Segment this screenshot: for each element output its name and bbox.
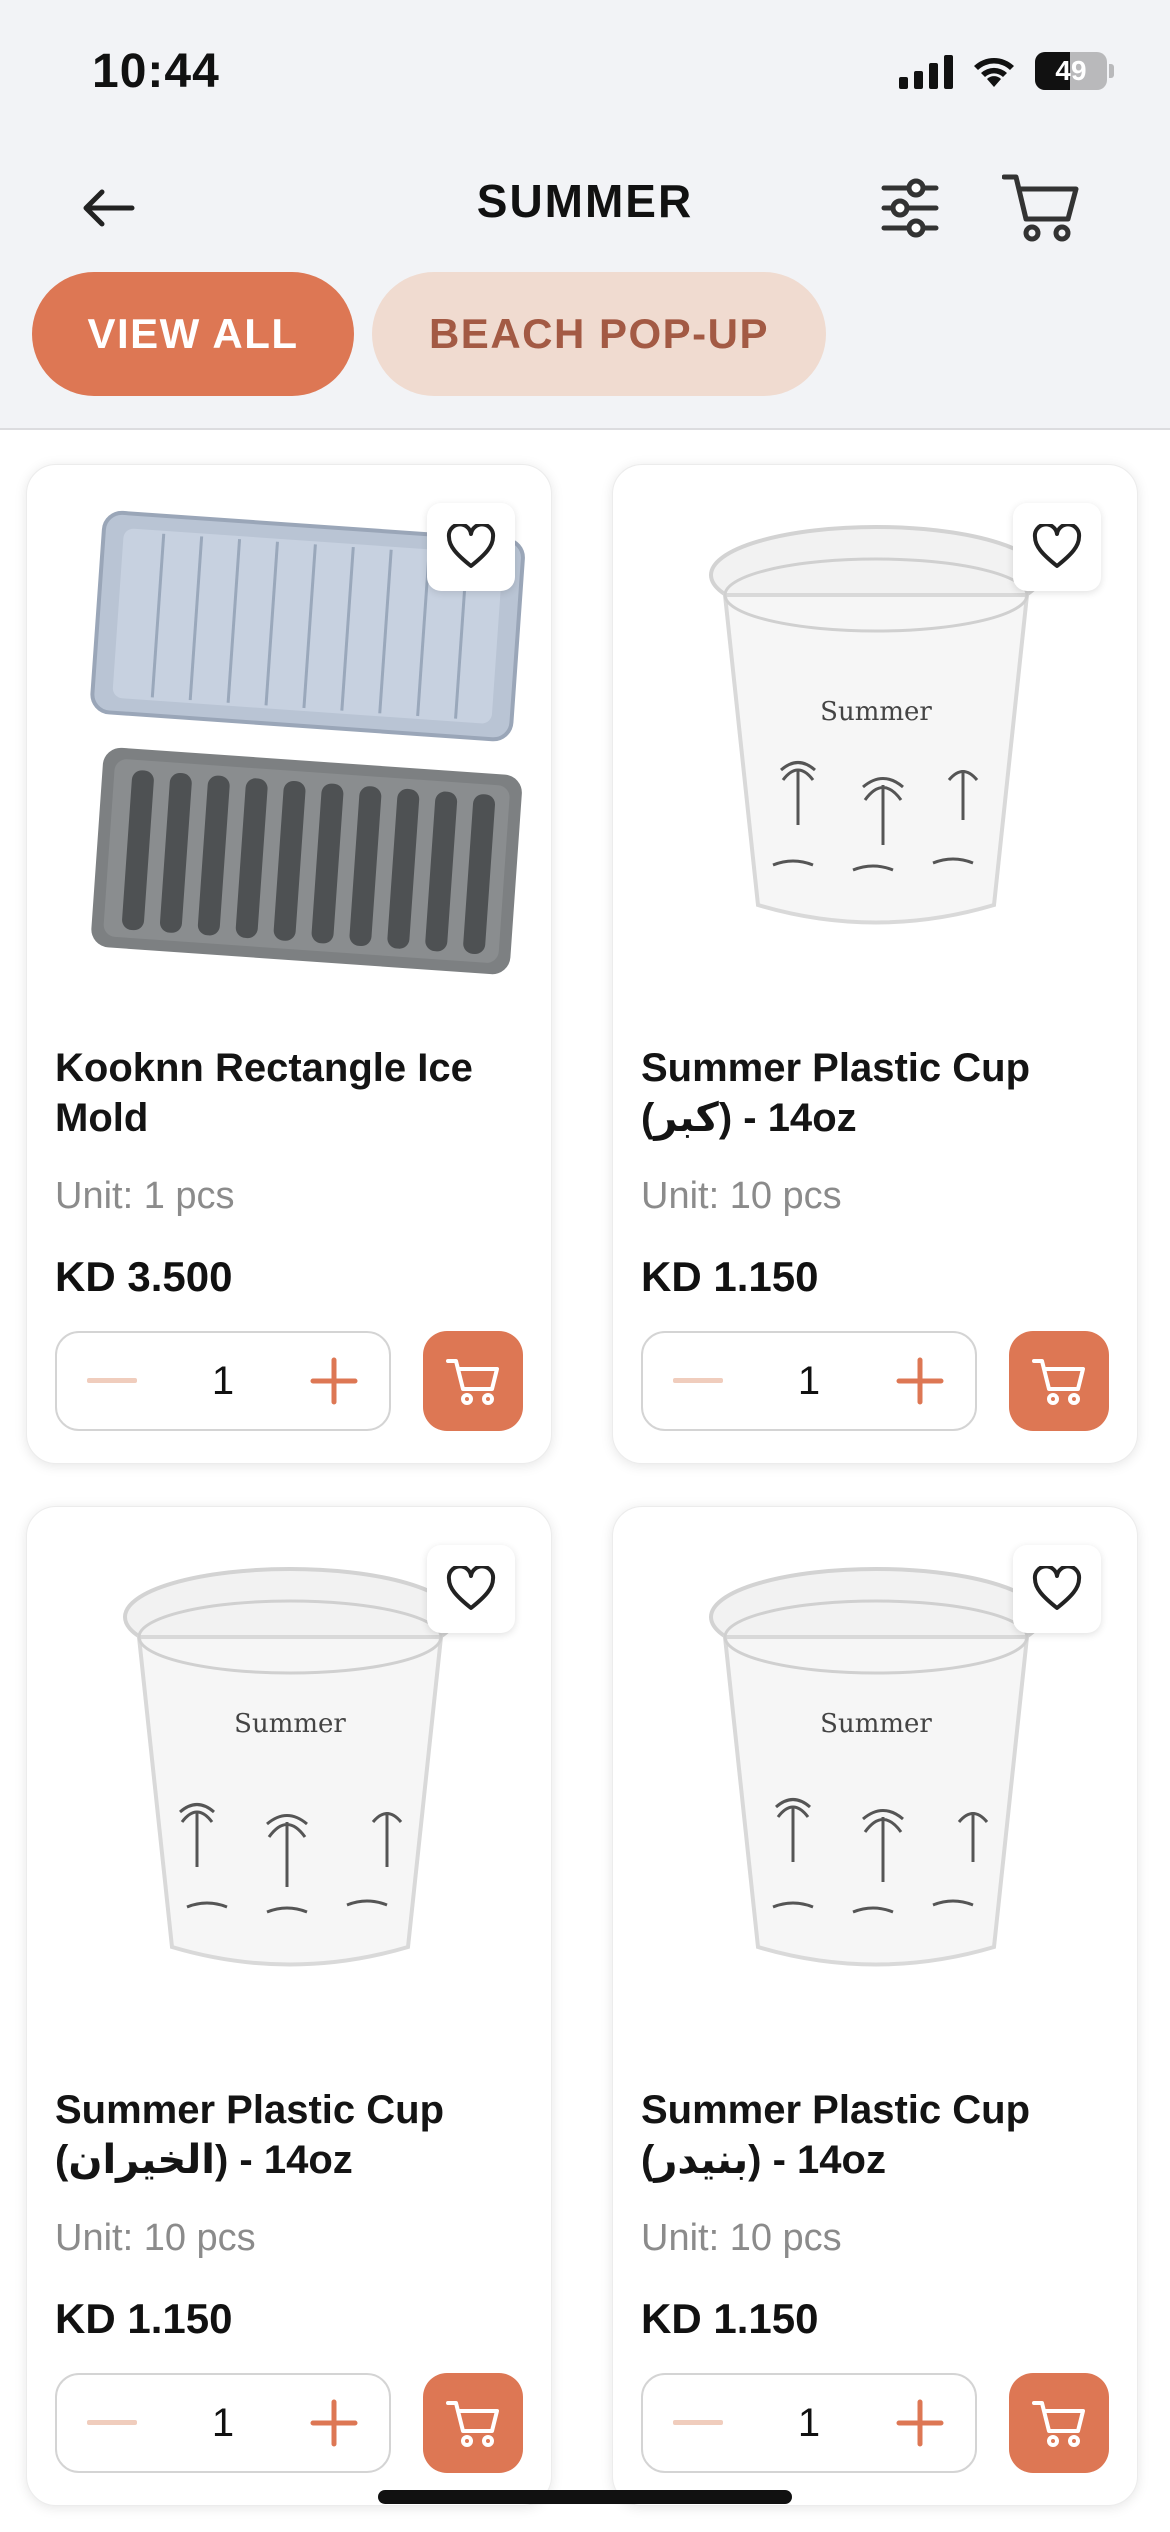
minus-icon	[673, 1378, 723, 1383]
increase-button[interactable]	[279, 1331, 389, 1431]
product-unit: Unit: 1 pcs	[55, 1175, 235, 1217]
category-tabs: VIEW ALL BEACH POP-UP	[32, 272, 826, 396]
minus-icon	[673, 2420, 723, 2425]
wishlist-button[interactable]	[427, 503, 515, 591]
battery-level: 49	[1055, 55, 1087, 86]
product-name: Summer Plastic Cup (بنيدر) - 14oz	[641, 2088, 1031, 2182]
product-unit: Unit: 10 pcs	[55, 2217, 256, 2259]
product-name: Summer Plastic Cup (الخيران) - 14oz	[55, 2088, 445, 2182]
page-title: SUMMER	[476, 175, 694, 227]
svg-text:Summer: Summer	[820, 697, 932, 727]
status-bar: 10:44 49	[0, 0, 1170, 140]
minus-icon	[87, 1378, 137, 1383]
product-unit: Unit: 10 pcs	[641, 1175, 842, 1217]
decrease-button[interactable]	[643, 1331, 753, 1431]
svg-text:Summer: Summer	[820, 1709, 932, 1739]
product-unit: Unit: 10 pcs	[641, 2217, 842, 2259]
decrease-button[interactable]	[643, 2373, 753, 2473]
filter-button[interactable]	[870, 168, 950, 248]
status-time: 10:44	[92, 45, 220, 98]
product-price: KD 1.150	[641, 2295, 819, 2342]
wishlist-button[interactable]	[1013, 503, 1101, 591]
signal-icon	[899, 53, 953, 89]
quantity-stepper: 1	[55, 1331, 391, 1431]
product-price: KD 1.150	[55, 2295, 233, 2342]
quantity-value: 1	[211, 1358, 235, 1403]
heart-icon	[446, 1566, 496, 1610]
add-to-cart-button[interactable]	[1009, 2373, 1109, 2473]
add-to-cart-button[interactable]	[1009, 1331, 1109, 1431]
plus-icon	[310, 2399, 358, 2447]
product-grid: Kooknn Rectangle Ice Mold Unit: 1 pcs KD…	[0, 430, 1170, 2532]
battery-icon: 49	[1035, 52, 1114, 90]
heart-icon	[446, 524, 496, 568]
product-price: KD 1.150	[641, 1253, 819, 1300]
heart-icon	[1032, 1566, 1082, 1610]
quantity-stepper: 1	[641, 2373, 977, 2473]
sliders-icon	[881, 178, 939, 238]
add-to-cart-button[interactable]	[423, 2373, 523, 2473]
cart-icon	[1002, 174, 1079, 242]
cart-button[interactable]	[996, 164, 1086, 250]
decrease-button[interactable]	[57, 1331, 167, 1431]
plus-icon	[896, 1357, 944, 1405]
plus-icon	[310, 1357, 358, 1405]
increase-button[interactable]	[279, 2373, 389, 2473]
product-name: Summer Plastic Cup (كبر) - 14oz	[641, 1046, 1031, 1140]
quantity-value: 1	[797, 2400, 821, 2445]
tab-beach-pop-up[interactable]: BEACH POP-UP	[372, 272, 826, 396]
minus-icon	[87, 2420, 137, 2425]
cart-icon	[1032, 2401, 1085, 2447]
wishlist-button[interactable]	[1013, 1545, 1101, 1633]
add-to-cart-button[interactable]	[423, 1331, 523, 1431]
home-indicator	[378, 2490, 792, 2504]
cart-icon	[446, 2401, 499, 2447]
plus-icon	[896, 2399, 944, 2447]
product-card[interactable]: Summer Summer Plastic Cup (كبر) - 14oz U…	[612, 464, 1138, 1464]
decrease-button[interactable]	[57, 2373, 167, 2473]
header: SUMMER	[0, 150, 1170, 260]
tab-view-all[interactable]: VIEW ALL	[32, 272, 354, 396]
product-card[interactable]: Kooknn Rectangle Ice Mold Unit: 1 pcs KD…	[26, 464, 552, 1464]
svg-text:Summer: Summer	[234, 1709, 346, 1739]
increase-button[interactable]	[865, 2373, 975, 2473]
product-name: Kooknn Rectangle Ice Mold	[55, 1046, 473, 1140]
product-price: KD 3.500	[55, 1253, 233, 1300]
wishlist-button[interactable]	[427, 1545, 515, 1633]
wifi-icon	[974, 58, 1014, 87]
quantity-stepper: 1	[55, 2373, 391, 2473]
quantity-stepper: 1	[641, 1331, 977, 1431]
product-card[interactable]: Summer Summer Plastic Cup (بنيدر) - 14oz…	[612, 1506, 1138, 2506]
quantity-value: 1	[211, 2400, 235, 2445]
increase-button[interactable]	[865, 1331, 975, 1431]
cart-icon	[1032, 1359, 1085, 1405]
product-card[interactable]: Summer Summer Plastic Cup (الخيران) - 14…	[26, 1506, 552, 2506]
status-icons: 49	[899, 52, 1114, 90]
cart-icon	[446, 1359, 499, 1405]
heart-icon	[1032, 524, 1082, 568]
quantity-value: 1	[797, 1358, 821, 1403]
